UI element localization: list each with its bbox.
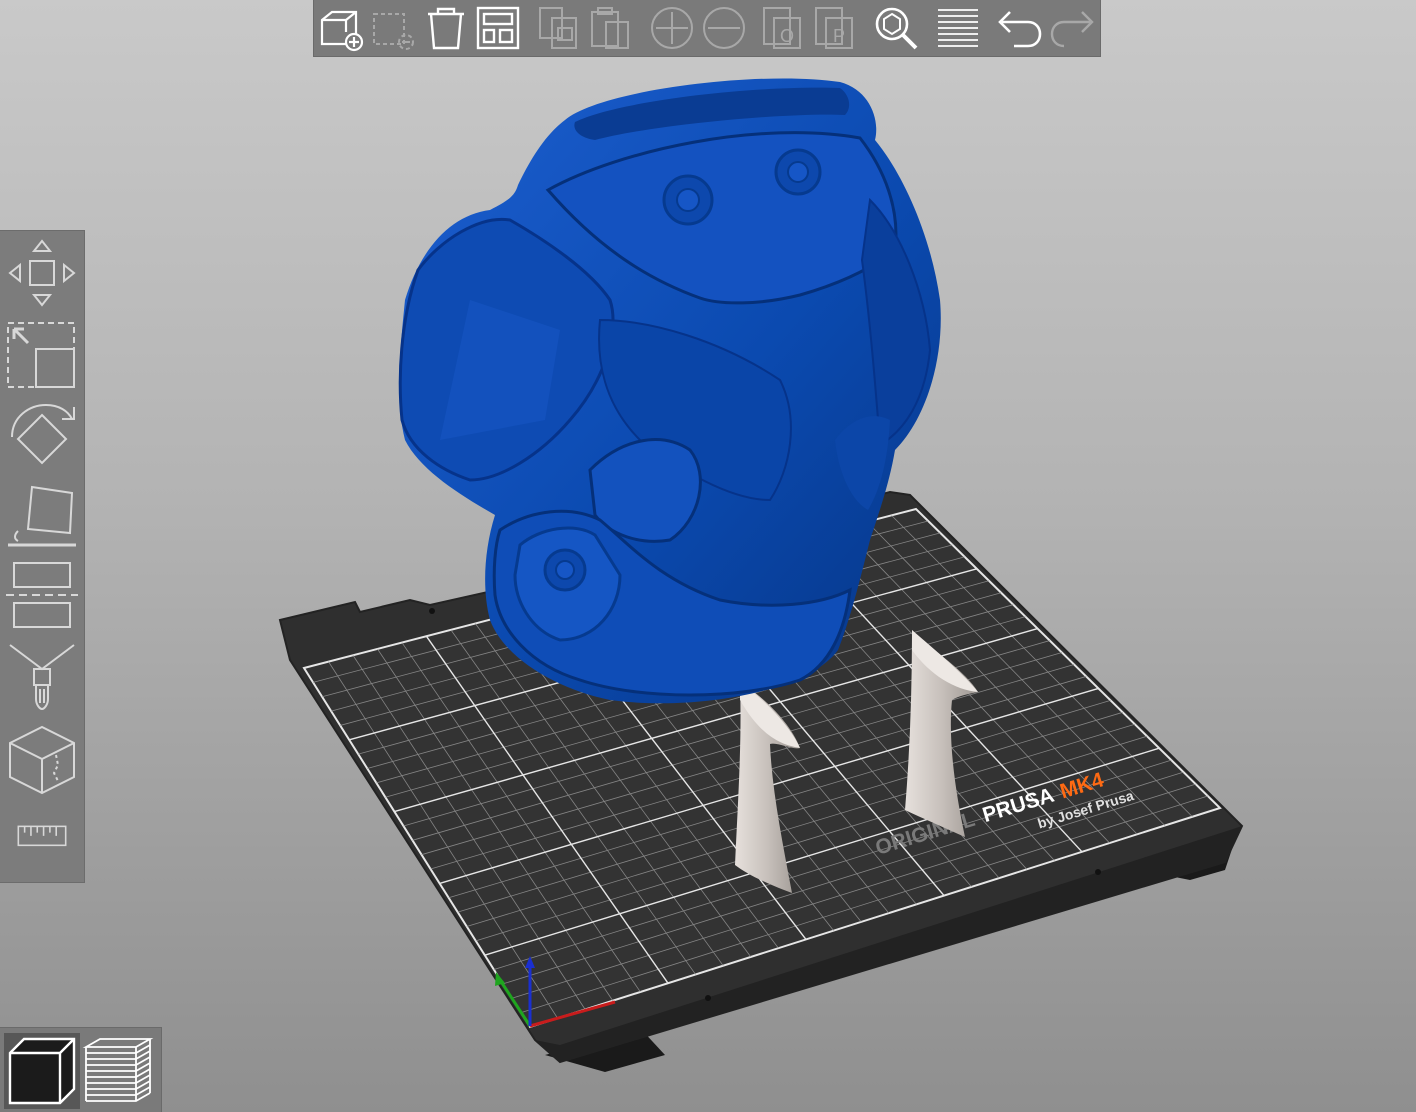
scale-icon[interactable]	[4, 315, 80, 391]
seam-painting-icon[interactable]	[4, 721, 80, 797]
3d-scene-canvas[interactable]: ORIGINAL PRUSA MK4 by Josef Prusa	[0, 0, 1416, 1112]
arrange-icon[interactable]	[474, 4, 522, 52]
delete-all-icon[interactable]	[422, 4, 470, 52]
split-parts-icon[interactable]: P	[812, 4, 860, 52]
gizmo-toolbar	[0, 230, 85, 883]
measure-icon[interactable]	[4, 809, 80, 869]
view-switcher	[0, 1027, 162, 1112]
place-on-face-icon[interactable]	[4, 479, 80, 555]
add-instance-icon[interactable]	[648, 4, 696, 52]
layers-editing-icon[interactable]	[934, 4, 982, 52]
redo-icon[interactable]	[1048, 4, 1096, 52]
3d-view-icon[interactable]	[4, 1033, 80, 1109]
move-icon[interactable]	[4, 235, 80, 311]
undo-icon[interactable]	[996, 4, 1044, 52]
search-icon[interactable]	[872, 4, 920, 52]
svg-text:O: O	[780, 26, 794, 46]
remove-instance-icon[interactable]	[700, 4, 748, 52]
paste-icon[interactable]	[588, 4, 636, 52]
preview-layers-icon[interactable]	[80, 1033, 156, 1109]
top-toolbar: O P	[313, 0, 1101, 57]
split-objects-icon[interactable]: O	[760, 4, 808, 52]
delete-icon[interactable]	[370, 4, 418, 52]
add-object-icon[interactable]	[318, 4, 366, 52]
rotate-icon[interactable]	[4, 397, 80, 473]
paint-supports-icon[interactable]	[4, 639, 80, 715]
copy-icon[interactable]	[536, 4, 584, 52]
cut-icon[interactable]	[4, 557, 80, 633]
svg-text:P: P	[833, 26, 845, 46]
